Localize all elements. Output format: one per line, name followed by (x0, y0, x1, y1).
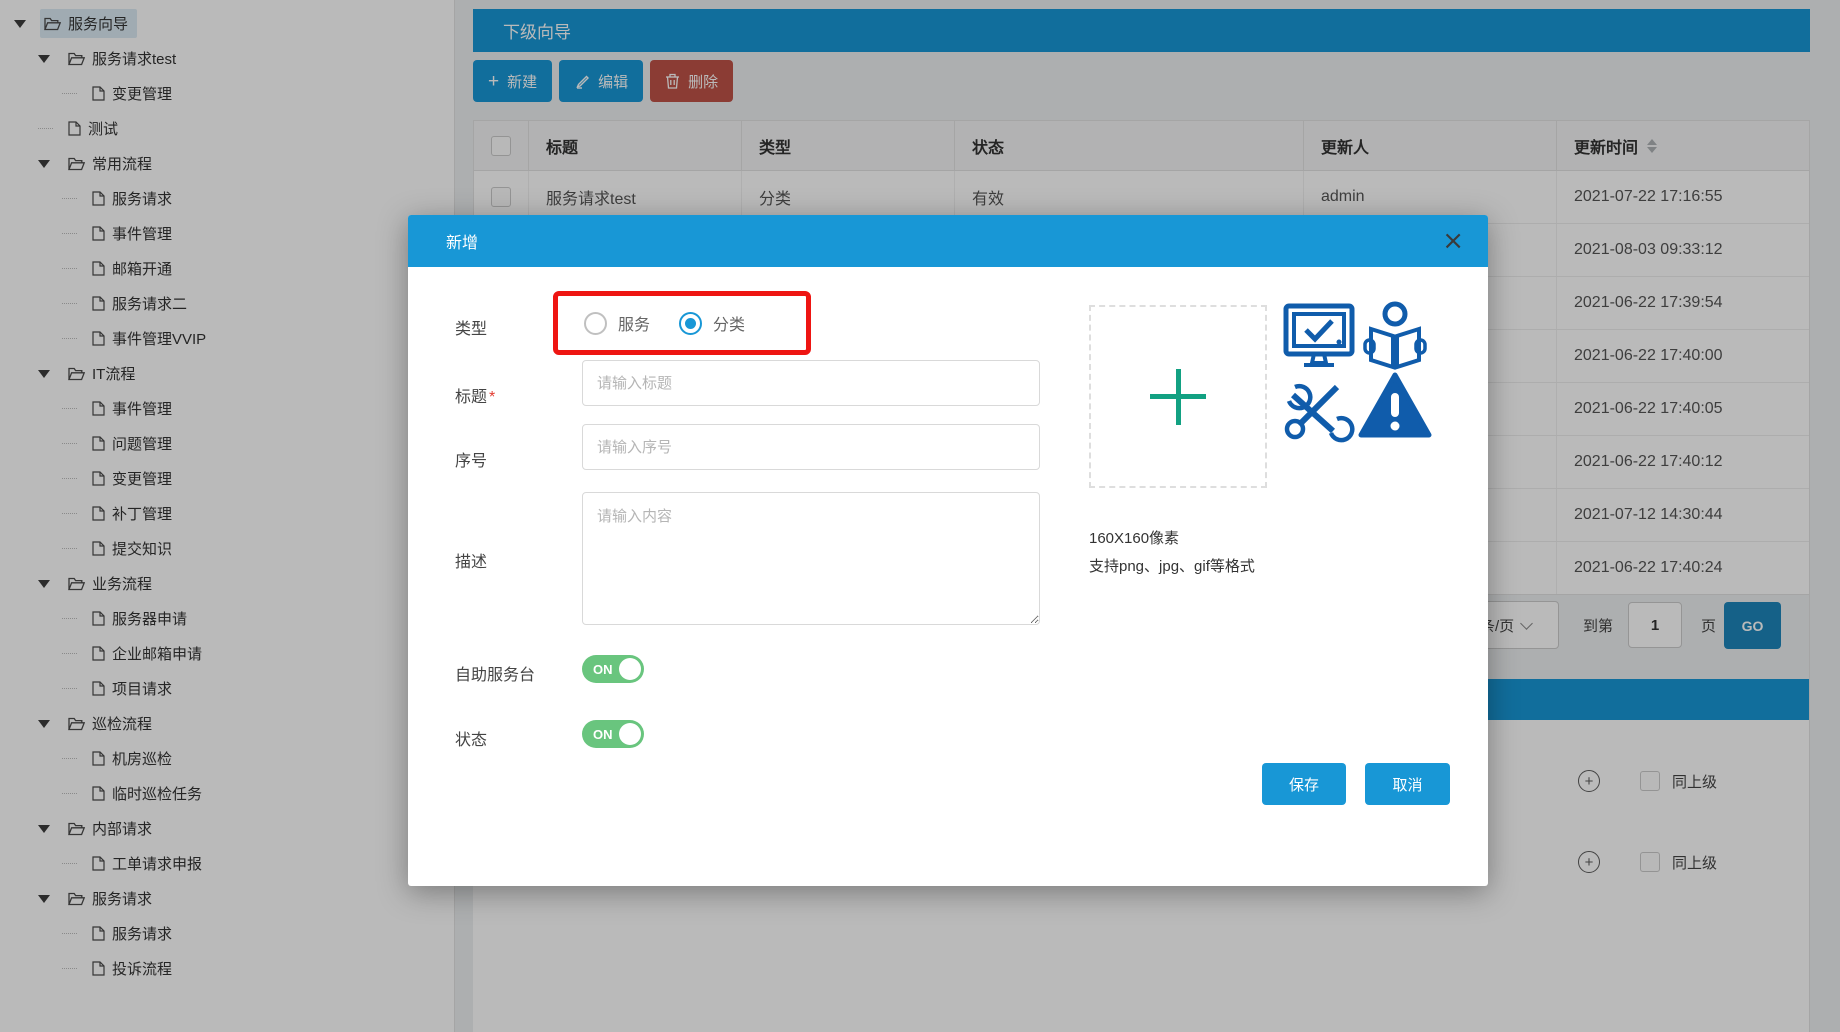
status-toggle[interactable]: ON (582, 720, 644, 748)
status-label: 状态 (455, 726, 487, 750)
close-icon[interactable]: × (1442, 228, 1464, 254)
self-service-toggle[interactable]: ON (582, 655, 644, 683)
sequence-input[interactable] (582, 424, 1040, 470)
upload-size-hint: 160X160像素 (1089, 527, 1179, 548)
radio-category-label[interactable]: 分类 (713, 311, 745, 335)
dialog-title: 新增 (446, 229, 478, 253)
title-input[interactable] (582, 360, 1040, 406)
sequence-label: 序号 (455, 447, 487, 471)
cancel-button[interactable]: 取消 (1365, 763, 1450, 805)
save-button[interactable]: 保存 (1262, 763, 1346, 805)
type-label: 类型 (455, 315, 487, 339)
service-clipart-image (1281, 301, 1433, 448)
radio-service[interactable] (584, 312, 607, 335)
dialog-header: 新增 × (408, 215, 1488, 267)
type-radio-highlight: 服务 分类 (553, 291, 811, 355)
required-mark: * (489, 389, 495, 406)
title-label: 标题* (455, 383, 495, 407)
description-label: 描述 (455, 548, 487, 572)
self-service-label: 自助服务台 (455, 661, 535, 685)
image-upload-dropzone[interactable] (1089, 305, 1267, 488)
upload-format-hint: 支持png、jpg、gif等格式 (1089, 555, 1255, 576)
add-dialog: 新增 × 类型 服务 分类 标题* 序号 描述 自助服务台 ON 状态 ON (408, 215, 1488, 886)
radio-category[interactable] (679, 312, 702, 335)
description-textarea[interactable] (582, 492, 1040, 625)
radio-service-label[interactable]: 服务 (618, 311, 650, 335)
